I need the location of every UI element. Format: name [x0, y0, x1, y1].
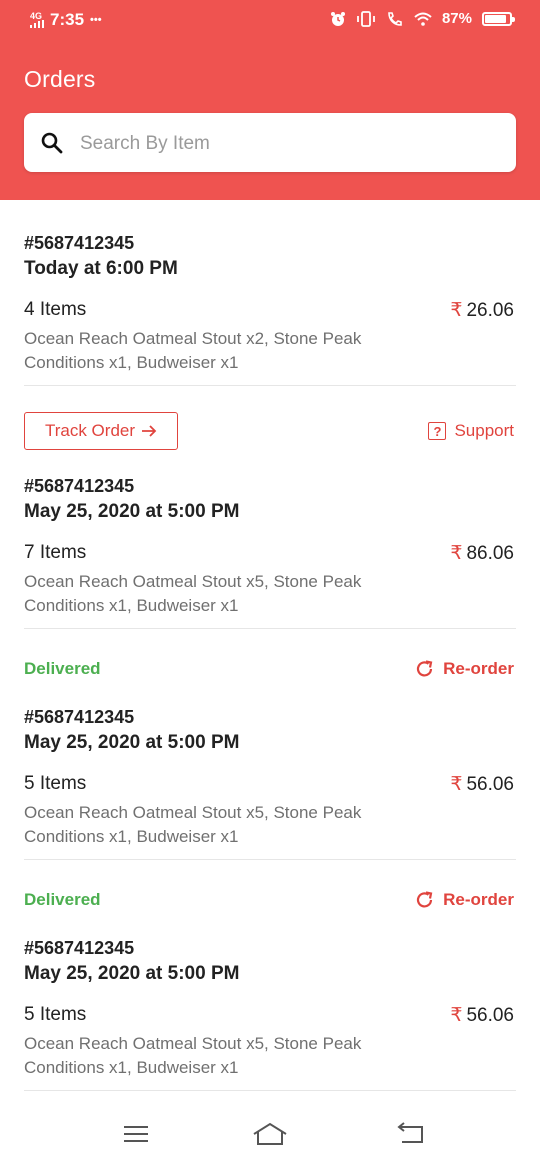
divider [24, 1090, 516, 1091]
track-order-button[interactable]: Track Order [24, 412, 178, 450]
search-input[interactable] [78, 123, 502, 165]
rupee-symbol: ₹ [450, 774, 463, 795]
order-id: #5687412345 [24, 938, 135, 958]
status-delivered: Delivered [24, 659, 101, 678]
clock: 7:35 [50, 10, 85, 29]
page-title: Orders [24, 66, 96, 92]
app-header: 4G 7:35 ••• 87% Orders Search By Item [0, 0, 540, 200]
reorder-button[interactable]: Re-order [415, 890, 514, 910]
order-price: ₹86.06 [450, 542, 514, 565]
order-date: May 25, 2020 at 5:00 PM [24, 501, 240, 522]
battery-percent: 87% [441, 10, 472, 27]
items-count: 5 Items [24, 773, 87, 794]
signal-icon [30, 19, 44, 28]
price-value: 86.06 [466, 543, 514, 564]
status-delivered: Delivered [24, 890, 101, 909]
order-date: Today at 6:00 PM [24, 258, 178, 279]
battery-icon [482, 11, 515, 26]
order-id: #5687412345 [24, 233, 135, 253]
divider [24, 628, 516, 629]
refresh-icon [417, 891, 433, 908]
items-description: Ocean Reach Oatmeal Stout x5, Stone Peak… [24, 572, 362, 615]
home-icon[interactable] [252, 1122, 288, 1148]
order-price: ₹56.06 [450, 773, 514, 796]
rupee-symbol: ₹ [450, 543, 463, 564]
status-bar: 4G 7:35 ••• 87% [0, 0, 540, 42]
arrow-right-icon [142, 425, 157, 437]
network-indicator: 4G [30, 11, 44, 29]
reorder-label: Re-order [443, 659, 514, 678]
status-left: 4G 7:35 ••• [30, 10, 102, 30]
question-box-icon: ? [428, 422, 447, 440]
items-count: 7 Items [24, 542, 87, 563]
alarm-icon [330, 11, 345, 26]
order-date: May 25, 2020 at 5:00 PM [24, 963, 240, 984]
menu-icon[interactable] [122, 1122, 150, 1146]
back-icon[interactable] [396, 1122, 426, 1146]
order-date: May 25, 2020 at 5:00 PM [24, 732, 240, 753]
status-right: 87% [330, 10, 515, 27]
items-count: 4 Items [24, 299, 87, 320]
reorder-button[interactable]: Re-order [415, 659, 514, 679]
items-description: Ocean Reach Oatmeal Stout x2, Stone Peak… [24, 329, 362, 372]
search-icon [41, 132, 63, 154]
wifi-icon [414, 12, 432, 26]
order-id: #5687412345 [24, 476, 135, 496]
search-bar[interactable] [24, 113, 516, 172]
refresh-icon [417, 660, 433, 677]
divider [24, 385, 516, 386]
divider [24, 859, 516, 860]
items-description: Ocean Reach Oatmeal Stout x5, Stone Peak… [24, 1034, 362, 1077]
price-value: 56.06 [466, 774, 514, 795]
items-count: 5 Items [24, 1004, 87, 1025]
reorder-label: Re-order [443, 890, 514, 909]
order-price: ₹26.06 [450, 299, 514, 322]
wifi-call-icon [388, 11, 402, 26]
order-id: #5687412345 [24, 707, 135, 727]
rupee-symbol: ₹ [450, 300, 463, 321]
rupee-symbol: ₹ [450, 1005, 463, 1026]
track-order-label: Track Order [44, 421, 136, 440]
system-nav-bar [0, 1100, 540, 1170]
items-description: Ocean Reach Oatmeal Stout x5, Stone Peak… [24, 803, 362, 846]
order-price: ₹56.06 [450, 1004, 514, 1027]
price-value: 26.06 [466, 300, 514, 321]
support-label: Support [454, 421, 514, 440]
support-link[interactable]: ? Support [428, 421, 514, 441]
notification-dots: ••• [90, 14, 102, 26]
price-value: 56.06 [466, 1005, 514, 1026]
vibrate-icon [357, 10, 375, 27]
